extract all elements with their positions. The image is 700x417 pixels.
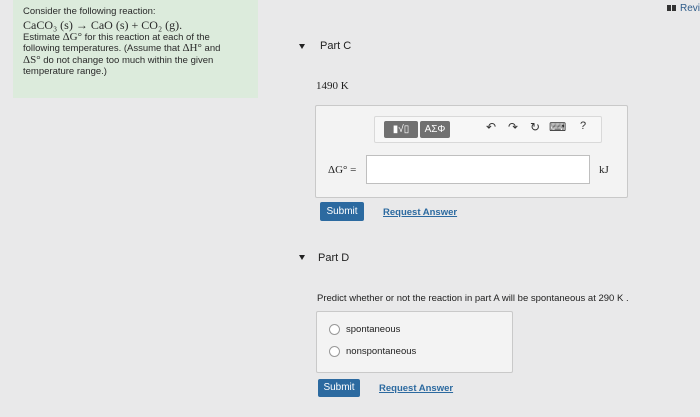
option-spontaneous[interactable]: spontaneous [329,324,400,335]
part-c-temperature: 1490 K [316,80,349,92]
problem-line-5: ΔS° do not change too much within the gi… [23,53,214,66]
greek-symbols-button[interactable]: ΑΣΦ [420,121,450,138]
problem-statement: Consider the following reaction: CaCO₃ (… [13,0,258,98]
problem-intro: Consider the following reaction: [23,6,156,17]
delta-g-input[interactable] [366,155,590,184]
math-toolbar: ▮√▯ ΑΣΦ ↶ ↷ ↻ ⌨ ? [374,116,602,143]
part-d-request-answer-link[interactable]: Request Answer [379,383,453,394]
delta-g-label: ΔG° = [328,164,357,176]
part-c-submit-button[interactable]: Submit [320,202,364,221]
part-d-question: Predict whether or not the reaction in p… [317,293,629,304]
part-d-title: Part D [318,252,350,264]
part-c-answer-box: ▮√▯ ΑΣΦ ↶ ↷ ↻ ⌨ ? ΔG° = kJ [315,105,628,198]
review-icon [667,5,672,12]
undo-icon[interactable]: ↶ [483,120,499,134]
templates-button[interactable]: ▮√▯ [384,121,418,138]
part-c-request-answer-link[interactable]: Request Answer [383,207,457,218]
option-nonspontaneous[interactable]: nonspontaneous [329,346,416,357]
unit-label: kJ [599,164,609,176]
reaction-equation: CaCO₃ (s) → CaO (s) + CO₂ (g). [23,17,183,32]
part-d-options: spontaneous nonspontaneous [316,311,513,373]
keyboard-icon[interactable]: ⌨ [549,120,566,134]
part-d-collapse-caret-icon[interactable] [299,255,305,260]
problem-line-6: temperature range.) [23,66,107,77]
review-label: Revi [679,3,700,14]
part-c-collapse-caret-icon[interactable] [299,44,305,49]
radio-icon[interactable] [329,346,340,357]
reset-icon[interactable]: ↻ [527,120,543,134]
radio-icon[interactable] [329,324,340,335]
help-icon[interactable]: ? [575,120,591,132]
problem-line-3: Estimate ΔG° for this reaction at each o… [23,30,210,43]
part-c-title: Part C [320,40,352,52]
redo-icon[interactable]: ↷ [505,120,521,134]
part-d-submit-button[interactable]: Submit [318,379,360,397]
problem-line-4: following temperatures. (Assume that ΔH°… [23,42,221,54]
review-link[interactable]: Revi [667,3,700,14]
